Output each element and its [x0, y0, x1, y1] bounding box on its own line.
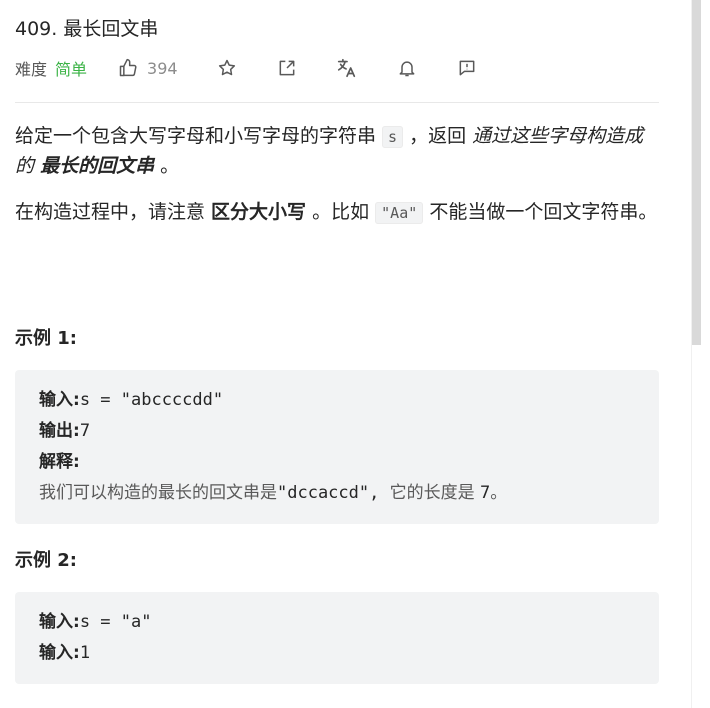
problem-title: 409. 最长回文串	[15, 18, 159, 40]
problem-meta-bar: 难度 简单 394	[15, 54, 478, 82]
explain-text: 我们可以构造的最长的回文串是	[39, 483, 277, 503]
translate-icon[interactable]	[336, 57, 358, 79]
explain-label: 解释:	[39, 452, 80, 472]
output-value: 1	[79, 643, 91, 663]
comment-icon[interactable]	[456, 57, 478, 79]
description-paragraph-2: 在构造过程中，请注意 区分大小写 。比如 "Aa" 不能当做一个回文字符串。	[15, 198, 659, 228]
like-button[interactable]: 394	[117, 57, 178, 79]
description-bold: 区分大小写	[211, 201, 307, 223]
description-paragraph-1: 给定一个包含大写字母和小写字母的字符串 s ，返回 通过这些字母构造成的 最长的…	[15, 122, 659, 181]
example-1-heading: 示例 1:	[15, 328, 77, 349]
example-2-block: 输入:s = "a" 输入:1	[15, 592, 659, 684]
example-2-input-line: 输入:s = "a"	[39, 612, 151, 632]
share-icon[interactable]	[276, 57, 298, 79]
input-label: 输入:	[39, 390, 80, 410]
description-bold-italic: 最长的回文串	[40, 155, 155, 177]
description-text: 在构造过程中，请注意	[15, 201, 212, 223]
inline-code-aa: "Aa"	[375, 202, 424, 224]
header-divider	[15, 102, 659, 103]
difficulty-badge: 简单	[55, 60, 88, 79]
output-label: 输入:	[39, 643, 80, 663]
thumbs-up-icon	[117, 57, 139, 79]
example-2-output-line: 输入:1	[39, 643, 90, 663]
explain-code: "dccaccd",	[277, 483, 390, 503]
explain-text: 它的长度是	[389, 483, 480, 503]
inline-code-s: s	[382, 126, 404, 148]
output-label: 输出:	[39, 421, 80, 441]
output-value: 7	[79, 421, 91, 441]
explain-text: 。	[490, 483, 508, 503]
bell-icon[interactable]	[396, 57, 418, 79]
description-text: 。比如	[306, 201, 376, 223]
example-1-explain-label-line: 解释:	[39, 452, 80, 472]
description-text: 不能当做一个回文字符串。	[423, 201, 658, 223]
scrollbar-thumb[interactable]	[692, 0, 701, 345]
difficulty-label: 难度	[15, 60, 48, 79]
input-value: s = "abccccdd"	[79, 390, 224, 410]
example-1-output-line: 输出:7	[39, 421, 90, 441]
example-2-heading: 示例 2:	[15, 550, 77, 571]
example-1-input-line: 输入:s = "abccccdd"	[39, 390, 223, 410]
description-text: 。	[154, 155, 180, 177]
star-icon[interactable]	[216, 57, 238, 79]
explain-number: 7	[480, 483, 491, 503]
description-text: 给定一个包含大写字母和小写字母的字符串	[15, 125, 383, 147]
like-count: 394	[147, 58, 178, 78]
example-1-explain-line: 我们可以构造的最长的回文串是"dccaccd", 它的长度是 7。	[39, 483, 507, 503]
input-value: s = "a"	[79, 612, 152, 632]
input-label: 输入:	[39, 612, 80, 632]
description-text: ，返回	[403, 125, 473, 147]
example-1-block: 输入:s = "abccccdd" 输出:7 解释: 我们可以构造的最长的回文串…	[15, 370, 659, 524]
